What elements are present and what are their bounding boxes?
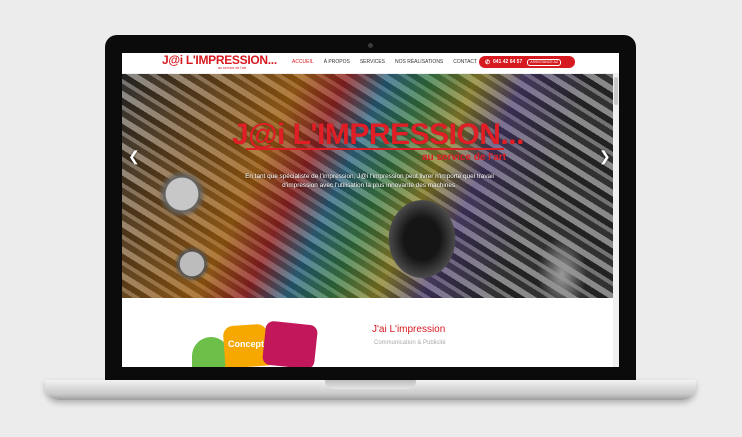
laptop-notch <box>325 380 416 389</box>
scrollbar-thumb[interactable] <box>614 77 618 105</box>
hero-logo: J@i L'IMPRESSION... <box>232 118 524 151</box>
hero-description-line2: d'impression avec l'utilisation la plus … <box>282 182 457 189</box>
nav-item-services[interactable]: SERVICES <box>360 59 385 65</box>
hero-logo-underline <box>246 148 504 150</box>
nav-item-realisations[interactable]: NOS RÉALISATIONS <box>395 59 443 65</box>
phone-icon: ✆ <box>485 59 491 66</box>
logo-tagline: au service de l'art <box>218 66 247 70</box>
laptop-screen: J@i L'IMPRESSION... au service de l'art … <box>122 53 619 367</box>
chevron-right-icon[interactable]: ❯ <box>599 148 611 165</box>
concept-graphic: Concept <box>192 320 322 367</box>
site-logo[interactable]: J@i L'IMPRESSION... au service de l'art <box>162 53 277 70</box>
phone-contact-button[interactable]: ✆ 041 42 64 57 ASSISTANCE AZ <box>479 56 575 68</box>
concept-label: Concept <box>228 339 264 349</box>
logo-text: J@i L'IMPRESSION... <box>162 53 277 67</box>
main-nav: ACCUEIL À PROPOS SERVICES NOS RÉALISATIO… <box>292 59 487 65</box>
camera-icon <box>368 43 373 48</box>
nav-item-contact[interactable]: CONTACT <box>453 59 477 65</box>
page-scrollbar[interactable] <box>613 74 619 367</box>
assistance-button[interactable]: ASSISTANCE AZ <box>527 58 562 66</box>
site-header: J@i L'IMPRESSION... au service de l'art … <box>122 53 619 74</box>
hero-description: En tant que spécialiste de l'impression,… <box>217 172 522 190</box>
hero-description-line1: En tant que spécialiste de l'impression,… <box>245 173 494 180</box>
about-title: J'ai L'impression <box>372 324 446 335</box>
nav-item-a-propos[interactable]: À PROPOS <box>324 59 350 65</box>
hero-subtitle: au service de l'art <box>422 152 507 163</box>
laptop-bezel: J@i L'IMPRESSION... au service de l'art … <box>105 35 636 380</box>
laptop-base <box>45 380 696 400</box>
about-subtitle: Communication & Publicité <box>374 340 446 346</box>
hero-slider: J@i L'IMPRESSION... au service de l'art … <box>122 74 613 298</box>
pink-shape <box>261 320 319 367</box>
nav-item-accueil[interactable]: ACCUEIL <box>292 59 314 65</box>
chevron-left-icon[interactable]: ❮ <box>128 148 140 165</box>
phone-number: 041 42 64 57 <box>493 59 523 65</box>
